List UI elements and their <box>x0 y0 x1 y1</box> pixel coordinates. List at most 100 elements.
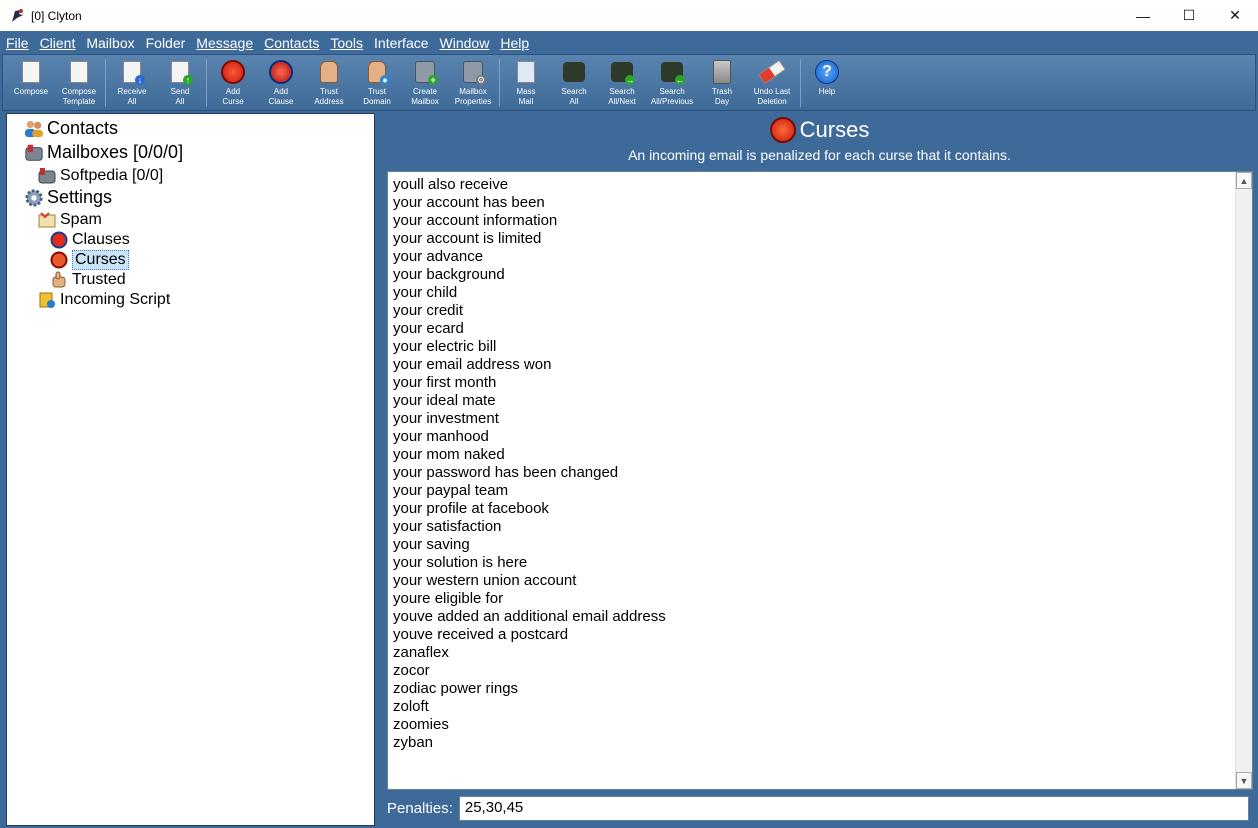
trust-address-button[interactable]: Trust Address <box>305 55 353 111</box>
list-item[interactable]: your credit <box>393 302 666 320</box>
list-item[interactable]: zocor <box>393 662 666 680</box>
list-item[interactable]: your account information <box>393 212 666 230</box>
menu-help[interactable]: Help <box>500 35 529 51</box>
list-item[interactable]: your background <box>393 266 666 284</box>
menu-message[interactable]: Message <box>196 35 253 51</box>
contacts-icon <box>24 119 44 139</box>
tree-item-softpedia[interactable]: Softpedia [0/0] <box>37 166 163 186</box>
minimize-button[interactable]: — <box>1120 0 1166 31</box>
list-item[interactable]: your investment <box>393 410 666 428</box>
tree-item-incoming-script[interactable]: Incoming Script <box>37 290 170 310</box>
list-item[interactable]: your ecard <box>393 320 666 338</box>
list-item[interactable]: your account has been <box>393 194 666 212</box>
list-item[interactable]: your ideal mate <box>393 392 666 410</box>
list-item[interactable]: your child <box>393 284 666 302</box>
trust-domain-icon: ● <box>364 59 390 85</box>
list-item[interactable]: your first month <box>393 374 666 392</box>
list-item[interactable]: your mom naked <box>393 446 666 464</box>
compose-icon <box>18 59 44 85</box>
maximize-button[interactable]: ☐ <box>1166 0 1212 31</box>
navigation-tree: Contacts Mailboxes [0/0/0] Softpedia [0/… <box>6 113 375 826</box>
list-item[interactable]: your electric bill <box>393 338 666 356</box>
panel-splitter[interactable] <box>375 113 383 826</box>
list-item[interactable]: zodiac power rings <box>393 680 666 698</box>
scroll-up-arrow-icon[interactable]: ▲ <box>1236 172 1252 189</box>
clause-icon <box>49 230 69 250</box>
list-item[interactable]: your advance <box>393 248 666 266</box>
window-title: [0] Clyton <box>31 8 82 23</box>
close-button[interactable]: ✕ <box>1212 0 1258 31</box>
penalties-input[interactable]: 25,30,45 <box>458 796 1249 821</box>
send-all-button[interactable]: ↑ Send All <box>156 55 204 111</box>
mailbox-icon <box>24 143 44 163</box>
menu-bar: File Client Mailbox Folder Message Conta… <box>0 31 1258 54</box>
vertical-scrollbar[interactable]: ▲ ▼ <box>1235 172 1252 789</box>
menu-file[interactable]: File <box>6 35 29 51</box>
tree-item-curses[interactable]: Curses <box>49 250 129 270</box>
create-mailbox-button[interactable]: + Create Mailbox <box>401 55 449 111</box>
tree-item-mailboxes[interactable]: Mailboxes [0/0/0] <box>24 142 183 163</box>
menu-tools[interactable]: Tools <box>330 35 363 51</box>
trust-domain-button[interactable]: ● Trust Domain <box>353 55 401 111</box>
list-item[interactable]: your manhood <box>393 428 666 446</box>
list-item[interactable]: zoloft <box>393 698 666 716</box>
list-item[interactable]: your account is limited <box>393 230 666 248</box>
search-all-button[interactable]: Search All <box>550 55 598 111</box>
help-button[interactable]: ? Help <box>803 55 851 111</box>
mailbox-properties-icon: ⚙ <box>460 59 486 85</box>
list-item[interactable]: your solution is here <box>393 554 666 572</box>
panel-subtitle: An incoming email is penalized for each … <box>628 147 1011 163</box>
add-curse-button[interactable]: Add Curse <box>209 55 257 111</box>
curse-icon <box>769 117 796 143</box>
tree-item-settings[interactable]: Settings <box>24 187 112 208</box>
send-all-icon: ↑ <box>167 59 193 85</box>
add-clause-icon <box>268 59 294 85</box>
tree-item-clauses[interactable]: Clauses <box>49 230 130 250</box>
create-mailbox-icon: + <box>412 59 438 85</box>
eraser-icon <box>757 59 787 85</box>
title-bar: [0] Clyton — ☐ ✕ <box>0 0 1258 31</box>
menu-mailbox[interactable]: Mailbox <box>86 35 134 51</box>
list-item[interactable]: youve added an additional email address <box>393 608 666 626</box>
receive-all-button[interactable]: ↓ Receive All <box>108 55 156 111</box>
mailbox-properties-button[interactable]: ⚙ Mailbox Properties <box>449 55 497 111</box>
search-next-button[interactable]: → Search All/Next <box>598 55 646 111</box>
list-item[interactable]: your western union account <box>393 572 666 590</box>
list-item[interactable]: youre eligible for <box>393 590 666 608</box>
mass-mail-button[interactable]: Mass Mail <box>502 55 550 111</box>
compose-template-icon <box>66 59 92 85</box>
curse-icon <box>49 250 69 270</box>
list-item[interactable]: zanaflex <box>393 644 666 662</box>
menu-contacts[interactable]: Contacts <box>264 35 319 51</box>
list-item[interactable]: your paypal team <box>393 482 666 500</box>
panel-title: Curses <box>383 117 1256 143</box>
list-item[interactable]: your profile at facebook <box>393 500 666 518</box>
list-item[interactable]: youll also receive <box>393 176 666 194</box>
curses-list[interactable]: youll also receive your account has been y… <box>387 171 1253 790</box>
undo-last-deletion-button[interactable]: Undo Last Deletion <box>746 55 798 111</box>
list-item[interactable]: your satisfaction <box>393 518 666 536</box>
receive-all-icon: ↓ <box>119 59 145 85</box>
tree-item-contacts[interactable]: Contacts <box>24 118 118 139</box>
list-item[interactable]: your password has been changed <box>393 464 666 482</box>
tree-item-spam[interactable]: Spam <box>37 210 102 230</box>
compose-template-button[interactable]: Compose Template <box>55 55 103 111</box>
list-item[interactable]: zoomies <box>393 716 666 734</box>
toolbar-separator <box>105 59 106 107</box>
scroll-down-arrow-icon[interactable]: ▼ <box>1236 772 1252 789</box>
list-item[interactable]: youve received a postcard <box>393 626 666 644</box>
search-previous-button[interactable]: ← Search All/Previous <box>646 55 698 111</box>
list-item[interactable]: zyban <box>393 734 666 752</box>
menu-window[interactable]: Window <box>440 35 490 51</box>
menu-interface[interactable]: Interface <box>374 35 428 51</box>
add-clause-button[interactable]: Add Clause <box>257 55 305 111</box>
list-item[interactable]: your email address won <box>393 356 666 374</box>
menu-client[interactable]: Client <box>40 35 76 51</box>
trash-day-button[interactable]: Trash Day <box>698 55 746 111</box>
tree-item-trusted[interactable]: Trusted <box>49 270 126 290</box>
list-item[interactable]: your saving <box>393 536 666 554</box>
toolbar-separator <box>499 59 500 107</box>
menu-folder[interactable]: Folder <box>146 35 186 51</box>
compose-button[interactable]: Compose <box>7 55 55 111</box>
curses-panel: Curses An incoming email is penalized fo… <box>383 113 1256 826</box>
